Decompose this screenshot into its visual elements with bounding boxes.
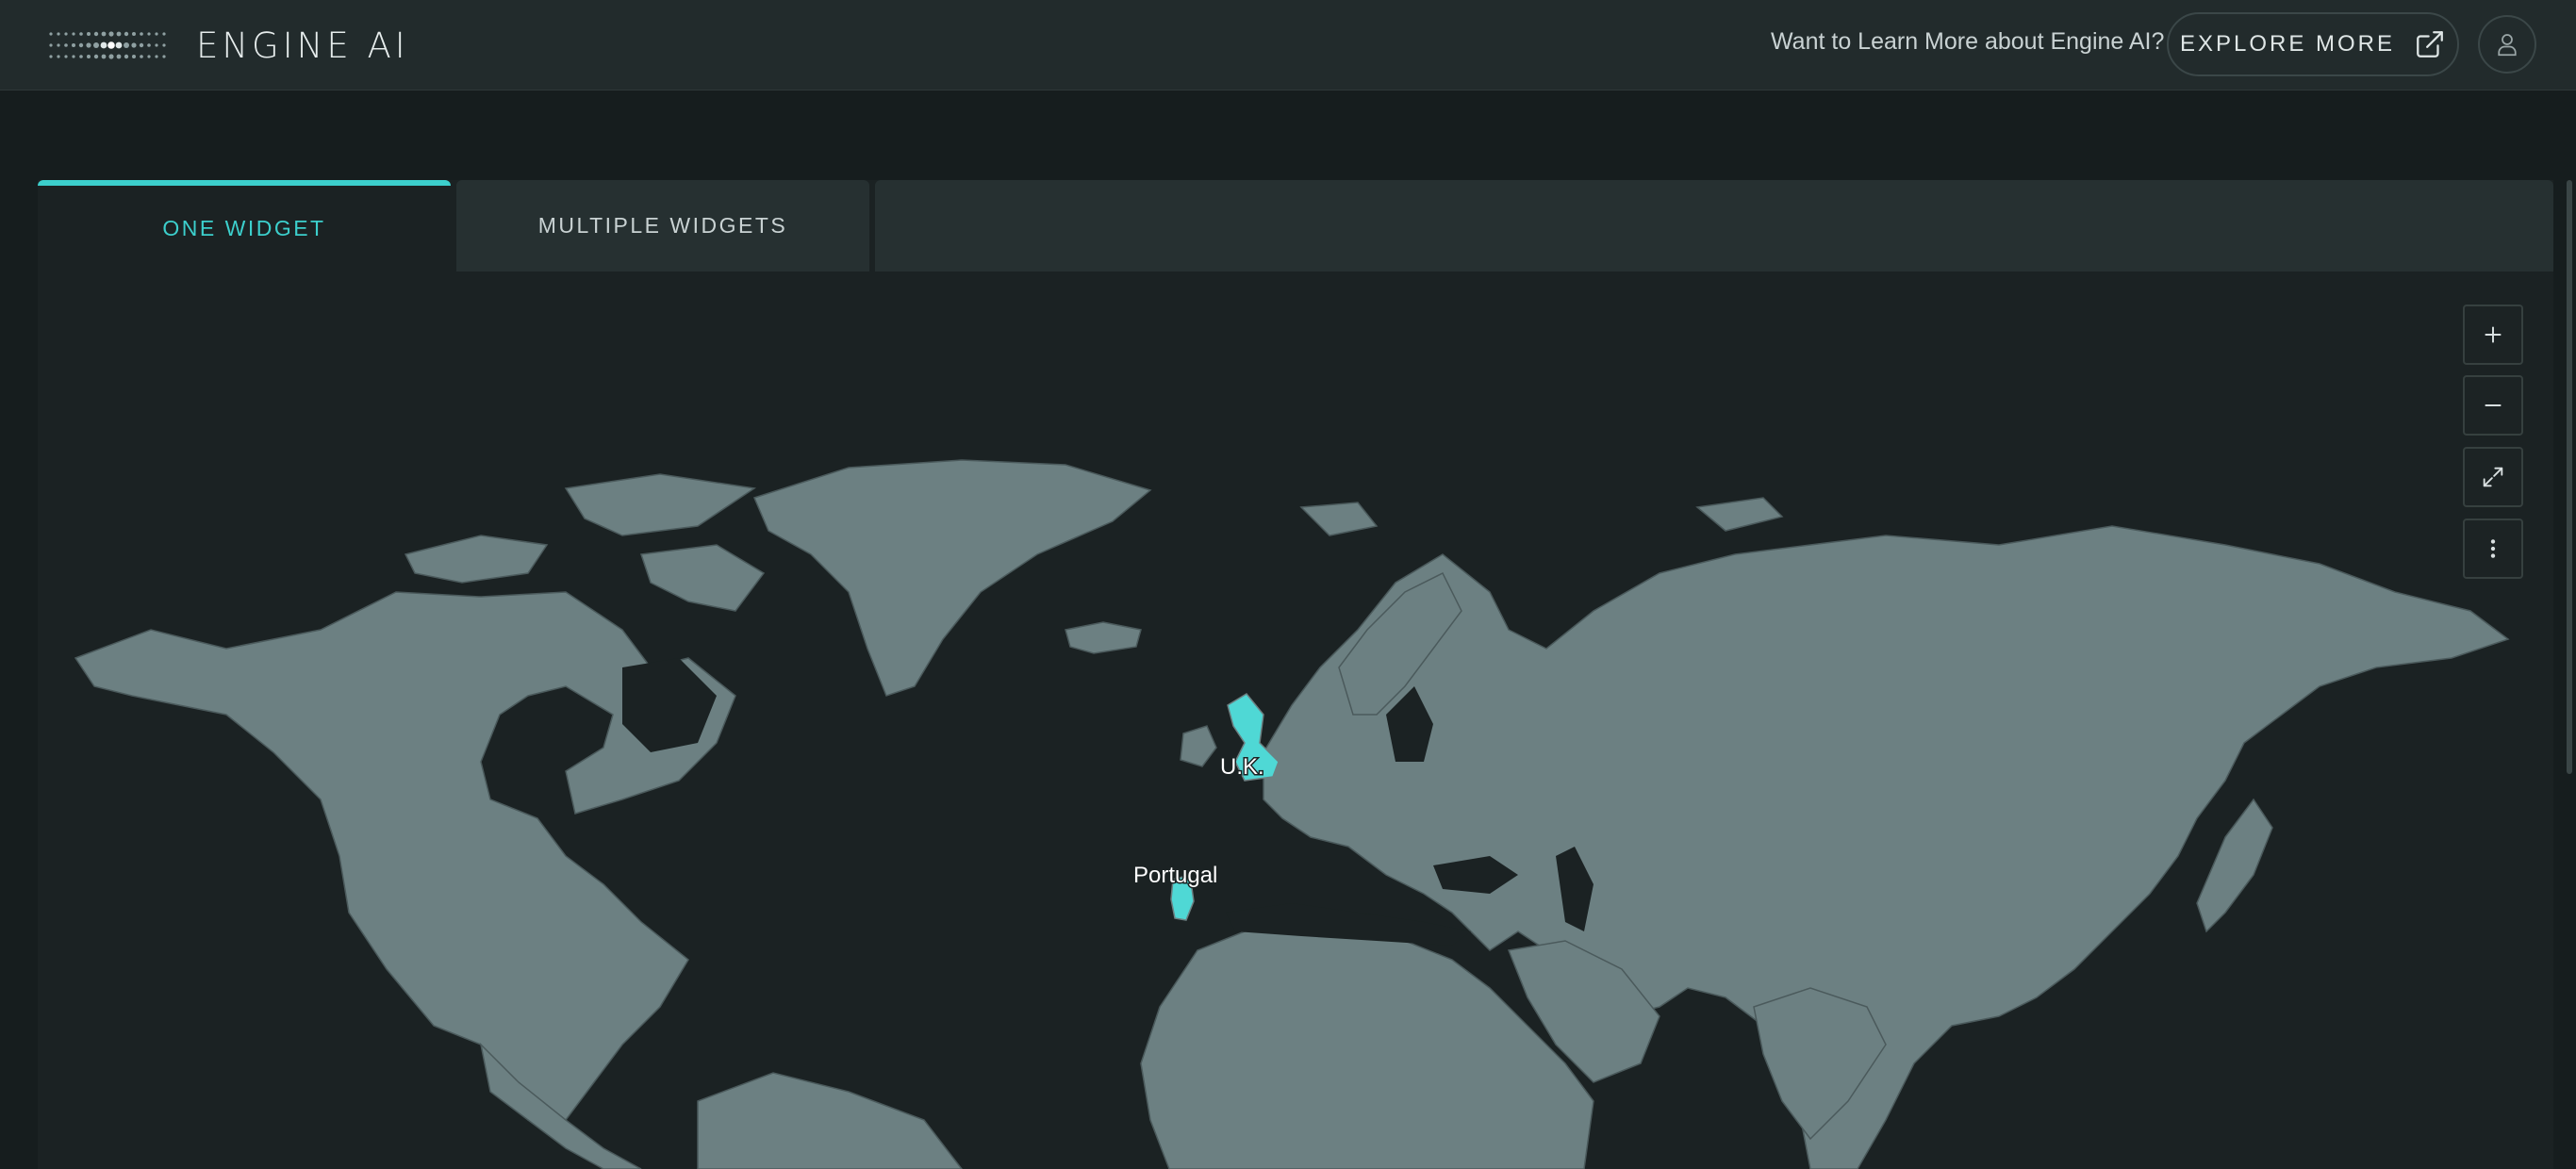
zoom-in-button[interactable] bbox=[2463, 305, 2523, 365]
top-bar: ENGINE AI Want to Learn More about Engin… bbox=[0, 0, 2576, 91]
more-options-button[interactable] bbox=[2463, 519, 2523, 579]
plus-icon bbox=[2485, 326, 2502, 343]
tab-multiple-widgets[interactable]: MULTIPLE WIDGETS bbox=[456, 180, 869, 272]
map-label-uk: U.K. bbox=[1220, 754, 1264, 780]
more-vertical-icon bbox=[2490, 539, 2496, 558]
explore-more-label: EXPLORE MORE bbox=[2179, 31, 2396, 57]
external-link-icon bbox=[2417, 31, 2443, 58]
logo[interactable]: ENGINE AI bbox=[47, 25, 409, 66]
tab-bar-filler bbox=[875, 180, 2553, 272]
fullscreen-button[interactable] bbox=[2463, 447, 2523, 507]
tab-one-widget[interactable]: ONE WIDGET bbox=[38, 180, 451, 272]
zoom-out-button[interactable] bbox=[2463, 375, 2523, 436]
widget-panel: ONE WIDGET MULTIPLE WIDGETS U.K. Portuga… bbox=[38, 180, 2553, 1169]
map-label-portugal: Portugal bbox=[1133, 863, 1217, 888]
explore-more-button[interactable]: EXPLORE MORE bbox=[2167, 12, 2459, 76]
expand-icon bbox=[2483, 467, 2503, 487]
tab-multiple-widgets-label: MULTIPLE WIDGETS bbox=[537, 213, 788, 238]
page-scrollbar[interactable] bbox=[2567, 180, 2572, 774]
world-map[interactable]: U.K. Portugal bbox=[38, 272, 2553, 1169]
learn-more-text: Want to Learn More about Engine AI? bbox=[1771, 28, 2165, 55]
tab-bar: ONE WIDGET MULTIPLE WIDGETS bbox=[38, 180, 2553, 272]
tab-one-widget-label: ONE WIDGET bbox=[162, 216, 326, 240]
profile-button[interactable] bbox=[2478, 15, 2536, 74]
logo-dots-icon bbox=[49, 31, 166, 59]
brand-name: ENGINE AI bbox=[196, 25, 409, 66]
minus-icon bbox=[2485, 404, 2502, 406]
user-icon bbox=[2498, 34, 2517, 57]
